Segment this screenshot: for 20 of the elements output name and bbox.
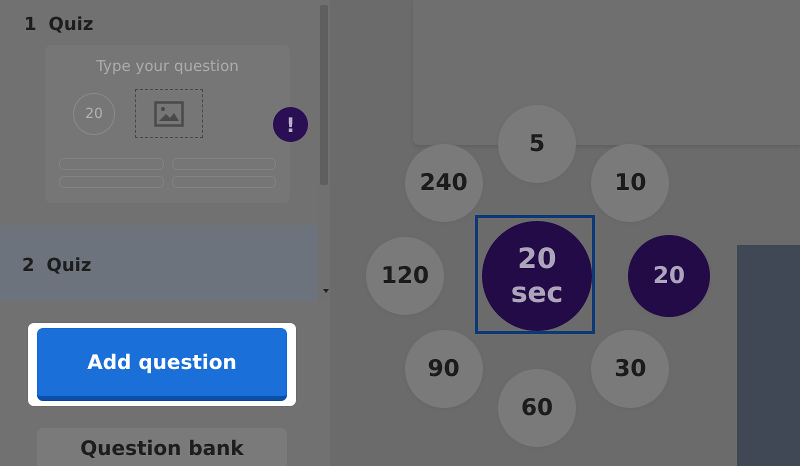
time-value: 20 xyxy=(518,242,556,276)
time-badge: 20 xyxy=(73,92,115,134)
time-option[interactable]: 20 xyxy=(628,235,710,317)
time-option[interactable]: 30 xyxy=(591,330,670,408)
question-number: 2 xyxy=(22,255,35,276)
scroll-arrow-icon[interactable] xyxy=(323,289,329,293)
selected-time-button[interactable]: 20 sec xyxy=(482,221,592,331)
question-type: Quiz xyxy=(48,14,94,35)
image-icon xyxy=(154,100,184,126)
time-unit: sec xyxy=(510,276,564,310)
time-option[interactable]: 10 xyxy=(591,144,670,222)
question-type: Quiz xyxy=(46,255,92,276)
time-option[interactable]: 240 xyxy=(404,144,483,222)
question-bank-button[interactable]: Question bank xyxy=(37,428,287,466)
question-item[interactable]: 2 Quiz xyxy=(0,225,318,301)
time-option[interactable]: 90 xyxy=(404,330,483,408)
time-option[interactable]: 60 xyxy=(498,369,576,447)
time-option[interactable]: 120 xyxy=(366,237,444,315)
add-question-button[interactable]: Add question xyxy=(37,328,287,401)
question-number: 1 xyxy=(24,14,37,35)
